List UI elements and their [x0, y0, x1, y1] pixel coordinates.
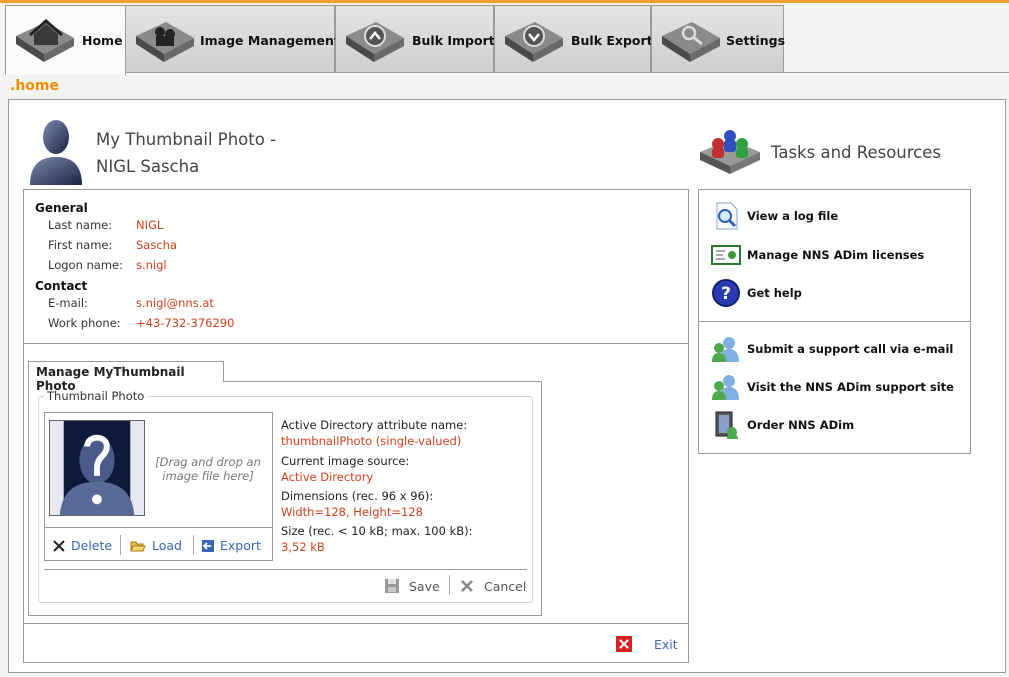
tab-bar-baseline	[125, 72, 1009, 73]
get-help-label: Get help	[747, 286, 802, 300]
svg-text:?: ?	[721, 284, 731, 304]
image-source-value: Active Directory	[281, 470, 374, 484]
manage-licenses-link[interactable]: Manage NNS ADim licenses	[711, 240, 924, 270]
thumbnail-photo-placeholder[interactable]	[49, 420, 145, 516]
tasks-title: Tasks and Resources	[771, 143, 942, 162]
get-help-link[interactable]: ? Get help	[711, 278, 802, 308]
logon-name-value: s.nigl	[136, 258, 167, 272]
export-label: Export	[220, 538, 261, 553]
save-button[interactable]: Save	[384, 578, 440, 594]
folder-open-icon	[130, 541, 146, 551]
section-divider	[24, 343, 688, 344]
cancel-label: Cancel	[484, 578, 527, 594]
help-icon: ?	[712, 279, 740, 307]
visit-support-site-link[interactable]: Visit the NNS ADim support site	[711, 372, 954, 402]
delete-label: Delete	[71, 538, 113, 553]
bulk-export-icon	[505, 22, 563, 62]
action-separator	[193, 535, 194, 555]
tab-image-management[interactable]: Image Management	[125, 5, 340, 73]
size-label: Size (rec. < 10 kB; max. 100 kB):	[281, 524, 473, 538]
tab-manage-thumbnail[interactable]: Manage MyThumbnail Photo	[28, 361, 224, 393]
tab-home-label: Home	[82, 33, 123, 48]
dimensions-value: Width=128, Height=128	[281, 505, 423, 519]
image-source-label: Current image source:	[281, 454, 410, 468]
tab-bulk-export-label: Bulk Export	[571, 33, 653, 48]
page-title: My Thumbnail Photo - NIGL Sascha	[96, 126, 276, 180]
work-phone-label: Work phone:	[48, 316, 121, 330]
save-separator	[449, 575, 450, 595]
view-log-file-link[interactable]: View a log file	[711, 201, 838, 231]
ad-attribute-label: Active Directory attribute name:	[281, 418, 468, 432]
tab-settings[interactable]: Settings	[651, 5, 786, 73]
export-button[interactable]: Export	[201, 538, 261, 553]
submit-support-call-label: Submit a support call via e-mail	[747, 342, 954, 356]
first-name-value: Sascha	[136, 238, 177, 252]
save-bar-divider	[44, 569, 527, 570]
size-value: 3,52 kB	[281, 540, 325, 554]
support-mail-icon	[712, 337, 739, 362]
cancel-button[interactable]: Cancel	[459, 578, 526, 594]
export-icon	[202, 539, 214, 552]
log-file-icon	[716, 202, 738, 230]
load-button[interactable]: Load	[129, 538, 182, 553]
drop-zone[interactable]: [Drag and drop an image file here]	[150, 455, 266, 483]
tab-bulk-export[interactable]: Bulk Export	[494, 5, 653, 73]
cancel-icon	[461, 580, 473, 592]
save-label: Save	[409, 578, 440, 594]
tab-settings-label: Settings	[726, 33, 786, 48]
tab-image-management-label: Image Management	[200, 33, 340, 48]
visit-support-site-label: Visit the NNS ADim support site	[747, 380, 954, 394]
dimensions-label: Dimensions (rec. 96 x 96):	[281, 489, 434, 503]
resources-divider	[699, 321, 970, 322]
order-adim-label: Order NNS ADim	[747, 418, 855, 432]
tasks-resources-icon	[700, 130, 760, 174]
logon-name-label: Logon name:	[48, 258, 124, 272]
save-disk-icon	[385, 579, 399, 593]
submit-support-call-link[interactable]: Submit a support call via e-mail	[711, 334, 953, 364]
image-management-icon	[136, 22, 194, 62]
work-phone-value: +43-732-376290	[136, 316, 235, 330]
tab-bulk-import[interactable]: Bulk Import	[335, 5, 495, 73]
breadcrumb: .home	[10, 78, 59, 94]
exit-label: Exit	[654, 636, 678, 652]
page-title-line1: My Thumbnail Photo -	[96, 130, 277, 149]
user-silhouette-icon	[30, 120, 82, 185]
load-label: Load	[152, 538, 182, 553]
contact-heading: Contact	[35, 279, 88, 293]
general-heading: General	[35, 201, 88, 215]
tab-bar: Home Image Management Bulk Import Bulk E…	[0, 3, 1009, 75]
settings-icon	[662, 22, 720, 62]
exit-icon	[616, 636, 632, 652]
bottom-divider	[24, 623, 688, 624]
first-name-label: First name:	[48, 238, 113, 252]
order-icon	[715, 411, 738, 439]
action-separator	[120, 535, 121, 555]
page-title-line2: NIGL Sascha	[96, 157, 200, 176]
home-icon	[16, 19, 74, 62]
delete-icon	[53, 539, 65, 552]
email-value: s.nigl@nns.at	[136, 296, 214, 310]
license-icon	[711, 245, 741, 265]
tab-home[interactable]: Home	[5, 5, 126, 75]
tab-bulk-import-label: Bulk Import	[412, 33, 495, 48]
bulk-import-icon	[346, 22, 404, 62]
exit-button[interactable]: Exit	[616, 636, 678, 652]
order-adim-link[interactable]: Order NNS ADim	[711, 410, 854, 440]
last-name-label: Last name:	[48, 218, 113, 232]
last-name-value: NIGL	[136, 218, 164, 232]
ad-attribute-value: thumbnailPhoto (single-valued)	[281, 434, 462, 448]
manage-licenses-label: Manage NNS ADim licenses	[747, 248, 925, 262]
view-log-file-label: View a log file	[747, 209, 839, 223]
email-label: E-mail:	[48, 296, 88, 310]
support-site-icon	[712, 375, 739, 400]
delete-button[interactable]: Delete	[52, 538, 112, 553]
